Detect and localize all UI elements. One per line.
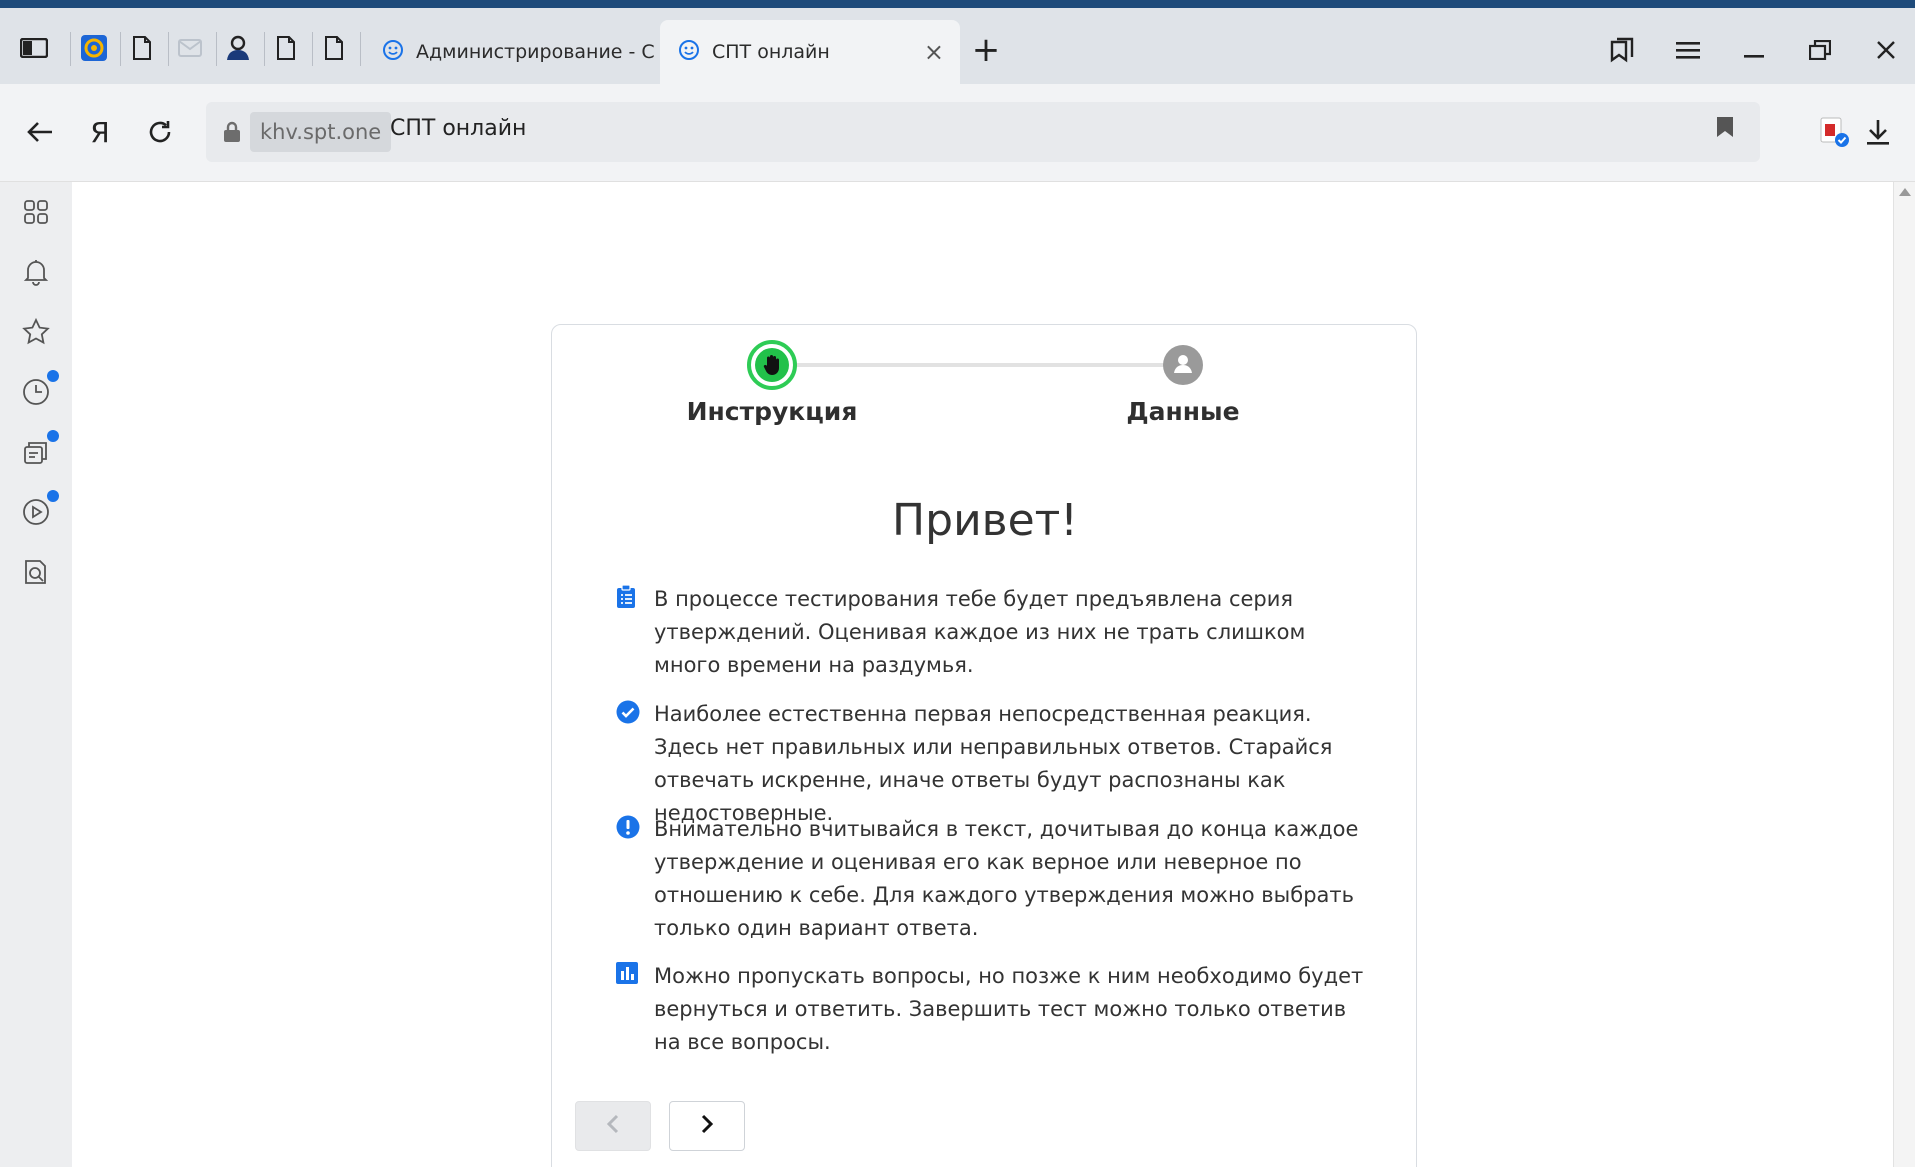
star-icon[interactable] — [16, 312, 56, 352]
search-doc-icon[interactable] — [16, 552, 56, 592]
step-data-indicator[interactable] — [1163, 345, 1203, 385]
address-bar[interactable]: khv.spt.one СПТ онлайн — [206, 102, 1760, 162]
download-icon[interactable] — [1852, 106, 1904, 158]
chevron-right-icon — [700, 1114, 714, 1138]
yandex-button[interactable]: Я — [74, 106, 126, 158]
bookmark-icon[interactable] — [1716, 116, 1744, 148]
scroll-up-arrow[interactable] — [1899, 188, 1911, 196]
bar-chart-icon — [616, 962, 640, 986]
tab-spt-online[interactable]: СПТ онлайн × — [660, 20, 960, 84]
tab-manager-icon[interactable] — [1594, 22, 1650, 78]
instruction-text: Можно пропускать вопросы, но позже к ним… — [654, 964, 1364, 1054]
mail-tab-icon[interactable] — [74, 28, 114, 68]
close-window-icon[interactable] — [1858, 22, 1914, 78]
instruction-text: Внимательно вчитывайся в текст, дочитыва… — [654, 817, 1359, 940]
apps-grid-icon[interactable] — [16, 192, 56, 232]
tab-administration[interactable]: Администрирование - СПТ — [364, 20, 656, 84]
previous-button[interactable] — [575, 1101, 651, 1151]
menu-icon[interactable] — [1660, 22, 1716, 78]
tab-title: Администрирование - СПТ — [416, 41, 656, 63]
clipboard-icon — [616, 584, 640, 609]
address-row: Я khv.spt.one СПТ онлайн — [0, 84, 1915, 182]
page-tab-icon-3[interactable] — [314, 28, 354, 68]
instruction-item: Можно пропускать вопросы, но позже к ним… — [616, 960, 1376, 1059]
back-button[interactable] — [14, 106, 66, 158]
page-scrollbar[interactable] — [1893, 182, 1915, 1167]
user-icon — [1171, 351, 1195, 379]
tab-bar: Администрирование - СПТ СПТ онлайн × + — [0, 8, 1915, 84]
check-circle-icon — [616, 700, 640, 724]
window-top-edge — [0, 0, 1915, 8]
url-domain: khv.spt.one — [250, 112, 392, 152]
step-label-instruction: Инструкция — [686, 397, 858, 426]
page-tab-icon-2[interactable] — [266, 28, 306, 68]
chevron-left-icon — [606, 1114, 620, 1138]
lock-icon[interactable] — [218, 118, 246, 146]
step-instruction-indicator[interactable] — [747, 340, 797, 390]
notification-dot — [47, 490, 59, 502]
stepper-line — [772, 363, 1172, 367]
hand-icon — [755, 348, 789, 382]
minimize-icon[interactable] — [1726, 22, 1782, 78]
next-button[interactable] — [669, 1101, 745, 1151]
smile-tab-icon — [382, 39, 404, 66]
restore-icon[interactable] — [1792, 22, 1848, 78]
page-tab-icon[interactable] — [122, 28, 162, 68]
reload-button[interactable] — [134, 106, 186, 158]
exclamation-circle-icon — [616, 815, 640, 839]
smile-tab-icon — [678, 39, 700, 66]
instruction-text: В процессе тестирования тебе будет предъ… — [654, 587, 1306, 677]
sidebar-toggle-icon[interactable] — [14, 28, 54, 68]
step-label-data: Данные — [1126, 397, 1240, 426]
bell-icon[interactable] — [16, 252, 56, 292]
instruction-item: В процессе тестирования тебе будет предъ… — [616, 583, 1376, 682]
user-tab-icon[interactable] — [218, 28, 258, 68]
greeting-heading: Привет! — [892, 495, 1078, 546]
instruction-text: Наиболее естественна первая непосредстве… — [654, 702, 1333, 825]
instruction-item: Наиболее естественна первая непосредстве… — [616, 698, 1376, 830]
tab-title: СПТ онлайн — [712, 41, 830, 63]
faded-tab-icon[interactable] — [170, 28, 210, 68]
new-tab-button[interactable]: + — [958, 22, 1014, 78]
notification-dot — [47, 370, 59, 382]
close-tab-icon[interactable]: × — [924, 38, 944, 66]
browser-sidebar — [0, 182, 72, 1167]
url-page-title: СПТ онлайн — [390, 116, 527, 141]
instruction-card: Инструкция Данные Привет! В процессе тес… — [551, 324, 1417, 1167]
instruction-item: Внимательно вчитывайся в текст, дочитыва… — [616, 813, 1376, 945]
notification-dot — [47, 430, 59, 442]
